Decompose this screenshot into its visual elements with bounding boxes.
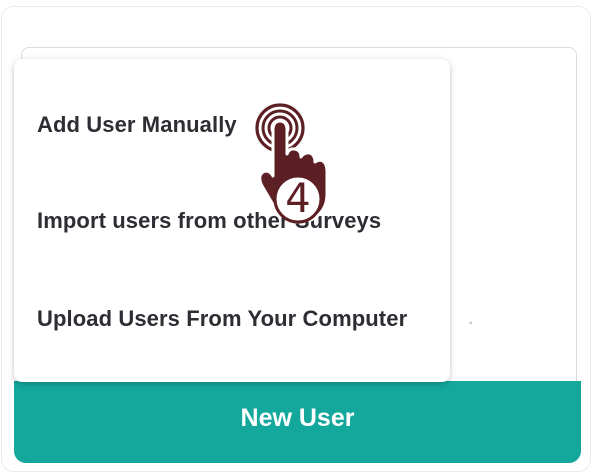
panel-mark: ▪ [469, 318, 473, 329]
new-user-dropdown-menu: Add User Manually Import users from othe… [14, 59, 450, 382]
step-number-badge: 4 [285, 176, 311, 222]
menu-item-upload-users[interactable]: Upload Users From Your Computer [37, 306, 407, 332]
menu-item-add-user-manually[interactable]: Add User Manually [37, 112, 237, 138]
new-user-button[interactable]: New User [14, 381, 581, 463]
